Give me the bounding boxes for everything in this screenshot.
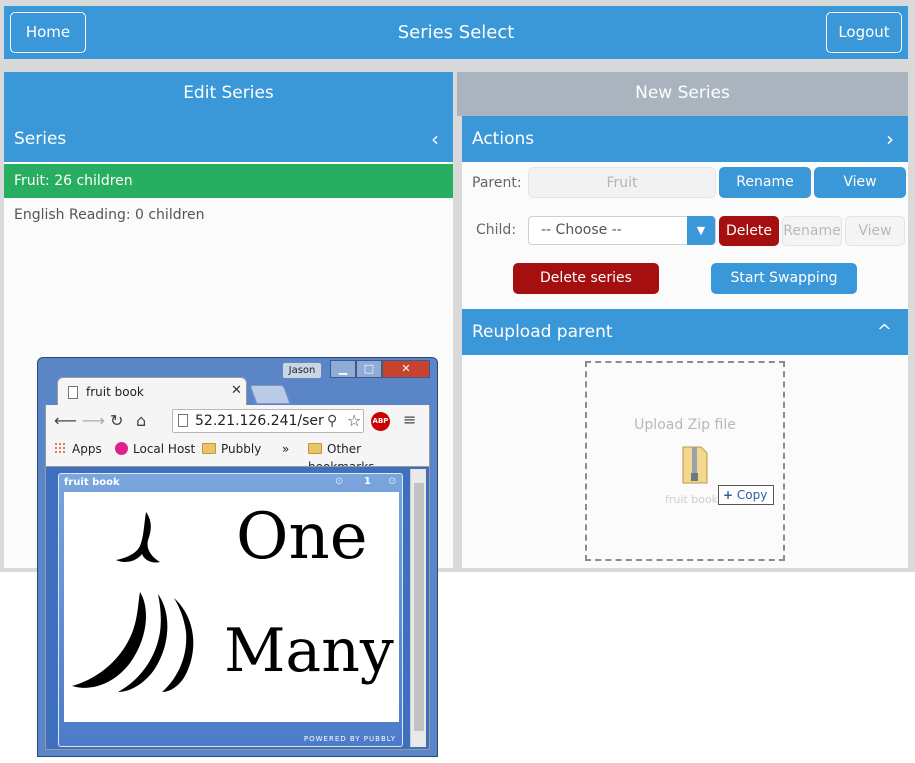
zoom-icon[interactable]: ⚲ xyxy=(327,413,337,429)
adblock-icon[interactable]: ABP xyxy=(371,412,390,431)
page-title: Series Select xyxy=(397,22,515,43)
apps-icon xyxy=(54,442,66,454)
reload-icon[interactable]: ↻ xyxy=(110,411,123,430)
delete-series-button[interactable]: Delete series xyxy=(513,263,659,294)
back-icon[interactable]: ⟵ xyxy=(54,411,77,430)
scrollbar-thumb[interactable] xyxy=(414,483,424,731)
zip-dropzone[interactable]: Upload Zip file fruit book.zip + Copy xyxy=(585,361,785,561)
page-number: 1 xyxy=(364,476,371,487)
browser-toolbar: ⟵ ⟶ ↻ ⌂ 52.21.126.241/ser ⚲ ☆ ABP ≡ Apps… xyxy=(45,405,430,474)
actions-panel-title: Actions xyxy=(472,129,535,149)
actions-panel: Actions › Parent: Fruit Rename View Chil… xyxy=(462,116,908,568)
menu-icon[interactable]: ≡ xyxy=(403,410,416,429)
copy-cursor-badge: + Copy xyxy=(718,485,774,505)
child-label: Child: xyxy=(476,222,517,238)
parent-label: Parent: xyxy=(472,175,522,191)
plus-icon: + xyxy=(723,488,734,502)
folder-icon xyxy=(308,443,322,454)
series-item-english-reading[interactable]: English Reading: 0 children xyxy=(4,198,453,232)
reupload-panel-header[interactable]: Reupload parent ^ xyxy=(462,309,908,355)
star-icon[interactable]: ☆ xyxy=(347,411,361,430)
bookmark-pubbly[interactable]: Pubbly xyxy=(202,440,261,458)
child-select[interactable]: -- Choose -- ▼ xyxy=(528,216,716,245)
address-url: 52.21.126.241/ser xyxy=(195,413,324,429)
bookmark-other[interactable]: Other bookmarks xyxy=(308,440,429,474)
copy-label: Copy xyxy=(736,488,768,502)
series-panel-title: Series xyxy=(14,129,67,149)
series-item-fruit[interactable]: Fruit: 26 children xyxy=(4,164,453,198)
browser-tab-title: fruit book xyxy=(86,385,144,399)
new-tab-button[interactable] xyxy=(249,385,291,404)
book-page: One Many xyxy=(64,492,399,722)
book-viewer: fruit book ⊙ 1 ⊙ One Many POWERED BY PUB… xyxy=(58,473,403,747)
content-scrollbar[interactable] xyxy=(410,469,426,747)
folder-icon xyxy=(202,443,216,454)
series-panel-header[interactable]: Series ‹ xyxy=(4,116,453,162)
actions-panel-header[interactable]: Actions › xyxy=(462,116,908,162)
child-view-button[interactable]: View xyxy=(845,216,905,246)
forward-icon[interactable]: ⟶ xyxy=(82,411,105,430)
child-select-value: -- Choose -- xyxy=(541,222,622,238)
single-banana-icon xyxy=(116,512,160,563)
book-title: fruit book xyxy=(64,477,120,488)
browser-window[interactable]: Jason ▁ □ ✕ fruit book ✕ ⟵ ⟶ ↻ ⌂ 52.21.1… xyxy=(37,357,438,757)
home-button[interactable]: Home xyxy=(10,12,86,53)
bookmark-local-host[interactable]: Local Host xyxy=(115,440,195,458)
close-window-icon[interactable]: ✕ xyxy=(382,360,430,378)
next-page-icon[interactable]: ⊙ xyxy=(388,476,396,487)
chevron-down-icon[interactable]: ▼ xyxy=(687,216,715,245)
dropzone-text: Upload Zip file xyxy=(634,417,736,433)
zip-file-icon xyxy=(682,446,708,484)
reupload-panel-title: Reupload parent xyxy=(472,322,613,342)
bookmark-apps[interactable]: Apps xyxy=(54,440,102,458)
chevron-up-icon[interactable]: ^ xyxy=(877,309,892,355)
parent-view-button[interactable]: View xyxy=(814,167,906,198)
logout-button[interactable]: Logout xyxy=(826,12,902,53)
chevron-left-icon[interactable]: ‹ xyxy=(431,116,439,162)
tab-edit-series[interactable]: Edit Series xyxy=(4,72,453,116)
bookmark-local-host-label: Local Host xyxy=(133,442,196,456)
parent-field: Fruit xyxy=(528,167,716,198)
chevron-right-icon[interactable]: › xyxy=(886,116,894,162)
start-swapping-button[interactable]: Start Swapping xyxy=(711,263,857,294)
maximize-icon[interactable]: □ xyxy=(356,360,382,378)
bookmarks-overflow[interactable]: » xyxy=(282,440,289,458)
prev-page-icon[interactable]: ⊙ xyxy=(335,476,343,487)
tab-close-icon[interactable]: ✕ xyxy=(231,383,242,398)
bookmark-apps-label: Apps xyxy=(72,442,102,456)
browser-content: fruit book ⊙ 1 ⊙ One Many POWERED BY PUB… xyxy=(45,466,430,750)
word-one: One xyxy=(236,500,368,574)
minimize-icon[interactable]: ▁ xyxy=(330,360,356,378)
browser-tab[interactable]: fruit book ✕ xyxy=(57,377,247,406)
word-many: Many xyxy=(224,616,394,686)
page-icon xyxy=(68,386,78,399)
page-info-icon xyxy=(178,414,188,427)
parent-rename-button[interactable]: Rename xyxy=(719,167,811,198)
top-navbar: Series Select Home Logout xyxy=(4,6,908,59)
profile-badge[interactable]: Jason xyxy=(282,362,322,379)
local-host-icon xyxy=(115,442,128,455)
child-rename-button[interactable]: Rename xyxy=(782,216,842,246)
tab-new-series[interactable]: New Series xyxy=(457,72,908,116)
banana-bunch-icon xyxy=(72,592,194,692)
home-icon[interactable]: ⌂ xyxy=(136,411,146,430)
bookmark-pubbly-label: Pubbly xyxy=(221,442,262,456)
powered-by-pubbly-logo: POWERED BY PUBBLY xyxy=(303,735,396,743)
child-delete-button[interactable]: Delete xyxy=(719,216,779,246)
